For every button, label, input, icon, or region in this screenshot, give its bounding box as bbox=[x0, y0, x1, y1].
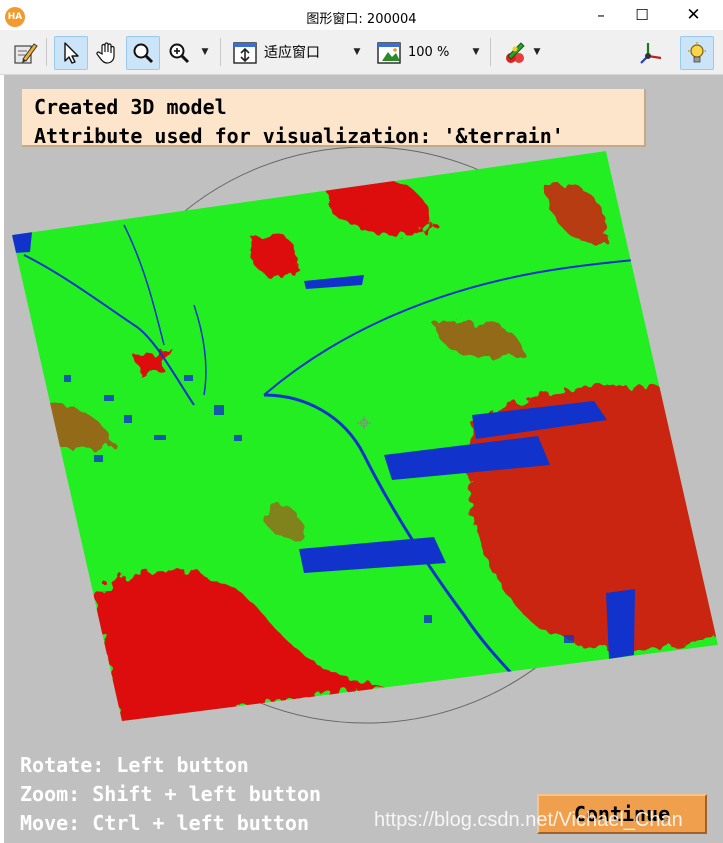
mouse-hints: Rotate: Left button Zoom: Shift + left b… bbox=[20, 751, 321, 838]
minimize-button[interactable]: – bbox=[578, 0, 624, 30]
edit-properties-button[interactable] bbox=[8, 36, 42, 70]
color-palette-button[interactable] bbox=[498, 36, 532, 70]
message-line-1: Created 3D model bbox=[34, 95, 227, 119]
zoom-percent-button[interactable] bbox=[372, 36, 406, 70]
zoom-percent-dropdown-arrow[interactable]: ▼ bbox=[471, 36, 481, 68]
fit-window-button[interactable] bbox=[228, 36, 262, 70]
hand-pan-icon bbox=[96, 42, 115, 64]
magnifier-icon bbox=[133, 43, 154, 64]
3d-axes-button[interactable] bbox=[634, 36, 668, 70]
pointer-icon bbox=[64, 42, 79, 64]
zoom-in-button[interactable] bbox=[162, 36, 196, 70]
fit-window-icon bbox=[233, 42, 257, 64]
close-icon: ✕ bbox=[686, 5, 701, 25]
zoom-in-icon bbox=[169, 43, 190, 64]
pan-button[interactable] bbox=[90, 36, 124, 70]
status-message: Created 3D model Attribute used for visu… bbox=[22, 89, 646, 148]
color-palette-icon bbox=[506, 42, 525, 63]
zoom-percent-icon bbox=[377, 42, 401, 64]
graphics-canvas[interactable]: Created 3D model Attribute used for visu… bbox=[4, 75, 723, 843]
maximize-button[interactable]: ☐ bbox=[619, 0, 665, 30]
lighting-button[interactable] bbox=[680, 36, 714, 70]
color-dropdown-arrow[interactable]: ▼ bbox=[532, 36, 542, 68]
maximize-icon: ☐ bbox=[635, 6, 649, 24]
fit-window-label[interactable]: 适应窗口 bbox=[264, 36, 320, 68]
close-button[interactable]: ✕ bbox=[664, 0, 723, 30]
zoom-percent-label[interactable]: 100 % bbox=[408, 36, 449, 68]
magnify-button[interactable] bbox=[126, 36, 160, 70]
hint-move: Move: Ctrl + left button bbox=[20, 811, 309, 835]
terrain-3d-model[interactable] bbox=[4, 75, 723, 843]
message-line-2: Attribute used for visualization: '&terr… bbox=[34, 124, 564, 148]
edit-properties-icon bbox=[14, 43, 38, 64]
terrain-surface bbox=[12, 151, 718, 721]
lightbulb-icon bbox=[688, 42, 706, 63]
zoom-dropdown-arrow[interactable]: ▼ bbox=[200, 36, 210, 68]
watermark-text: https://blog.csdn.net/Vichael_Chan bbox=[374, 809, 683, 831]
pointer-button[interactable] bbox=[54, 36, 88, 70]
hint-rotate: Rotate: Left button bbox=[20, 753, 249, 777]
3d-axes-icon bbox=[640, 43, 662, 64]
minimize-icon: – bbox=[597, 6, 605, 24]
hint-zoom: Zoom: Shift + left button bbox=[20, 782, 322, 806]
toolbar: ▼ 适应窗口 ▼ 100 % ▼ ▼ bbox=[0, 30, 723, 75]
title-bar: HA 图形窗口: 200004 – ☐ ✕ bbox=[0, 0, 723, 30]
fit-dropdown-arrow[interactable]: ▼ bbox=[352, 36, 362, 68]
